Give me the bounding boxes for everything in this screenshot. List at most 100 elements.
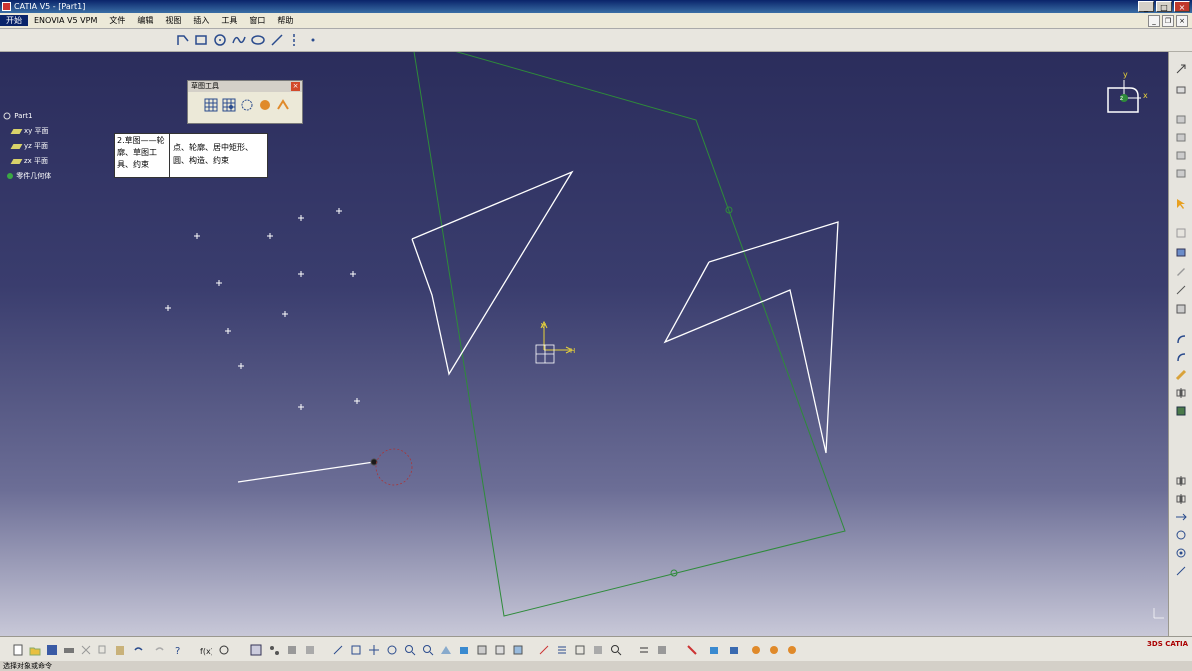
- maximize-button[interactable]: □: [1156, 1, 1172, 12]
- save-icon[interactable]: [44, 642, 59, 657]
- copy-icon[interactable]: [95, 642, 110, 657]
- tree-node-yz-plane[interactable]: yz 平面: [10, 141, 48, 151]
- mdi-minimize-button[interactable]: _: [1148, 15, 1160, 27]
- sketch-line: [237, 461, 375, 483]
- undo-icon[interactable]: [130, 642, 145, 657]
- dimension-icon[interactable]: [1173, 283, 1189, 297]
- menu-insert[interactable]: 插入: [187, 15, 215, 26]
- hide-show-icon[interactable]: [492, 642, 507, 657]
- mdi-close-button[interactable]: ×: [1176, 15, 1188, 27]
- menu-window[interactable]: 窗口: [243, 15, 271, 26]
- tree-node-zx-plane[interactable]: zx 平面: [10, 156, 48, 166]
- rectangle-icon[interactable]: [193, 32, 209, 48]
- groove-icon[interactable]: [1173, 166, 1189, 180]
- cut-icon[interactable]: [78, 642, 93, 657]
- axis-icon[interactable]: [286, 32, 302, 48]
- mdi-restore-button[interactable]: ❐: [1162, 15, 1174, 27]
- sketch-icon[interactable]: [1173, 82, 1189, 96]
- apply-material-icon[interactable]: [684, 642, 699, 657]
- exit-workbench-icon[interactable]: [1173, 62, 1189, 76]
- knowledge-icon[interactable]: [302, 642, 317, 657]
- ellipse-icon[interactable]: [250, 32, 266, 48]
- properties-icon[interactable]: [654, 642, 669, 657]
- close-button[interactable]: ×: [1174, 1, 1190, 12]
- symmetry-icon[interactable]: [1173, 474, 1189, 488]
- shaft-icon[interactable]: [1173, 148, 1189, 162]
- profile-icon[interactable]: [175, 32, 191, 48]
- rotate-icon[interactable]: [1173, 528, 1189, 542]
- grid-icon[interactable]: [203, 97, 218, 112]
- auto-constraint-icon[interactable]: [766, 642, 781, 657]
- iso-view-icon[interactable]: [456, 642, 471, 657]
- chamfer-icon[interactable]: [1173, 350, 1189, 364]
- spline-icon[interactable]: [231, 32, 247, 48]
- menu-enovia[interactable]: ENOVIA V5 VPM: [28, 16, 103, 25]
- fit-all-icon[interactable]: [348, 642, 363, 657]
- zoom-out-icon[interactable]: [420, 642, 435, 657]
- normal-view-icon[interactable]: [438, 642, 453, 657]
- translate-icon[interactable]: [1173, 492, 1189, 506]
- snap-to-point-icon[interactable]: [221, 97, 236, 112]
- menu-help[interactable]: 帮助: [271, 15, 299, 26]
- catalog-icon[interactable]: [284, 642, 299, 657]
- formula-icon[interactable]: f(x): [198, 642, 213, 657]
- new-icon[interactable]: [10, 642, 25, 657]
- table-icon[interactable]: [248, 642, 263, 657]
- shading-icon[interactable]: [474, 642, 489, 657]
- menu-view[interactable]: 视图: [159, 15, 187, 26]
- open-icon[interactable]: [27, 642, 42, 657]
- constraint-icon[interactable]: [1173, 226, 1189, 240]
- pocket-icon[interactable]: [1173, 130, 1189, 144]
- arrow-icon[interactable]: [1173, 510, 1189, 524]
- view-mode-icon[interactable]: [726, 642, 741, 657]
- zoom-in-icon[interactable]: [402, 642, 417, 657]
- offset-icon[interactable]: [1173, 564, 1189, 578]
- tree-node-part[interactable]: Part1: [2, 111, 33, 121]
- tree-node-xy-plane[interactable]: xy 平面: [10, 126, 49, 136]
- menu-start[interactable]: 开始: [0, 15, 28, 26]
- rotate-view-icon[interactable]: [384, 642, 399, 657]
- panel-close-icon[interactable]: ×: [291, 82, 300, 91]
- corner-icon[interactable]: [1173, 332, 1189, 346]
- paste-icon[interactable]: [112, 642, 127, 657]
- tree-node-part-body[interactable]: 零件几何体: [2, 171, 51, 181]
- geometric-constraints-icon[interactable]: [257, 97, 272, 112]
- menu-file[interactable]: 文件: [103, 15, 131, 26]
- point-icon[interactable]: [305, 32, 321, 48]
- menu-tools[interactable]: 工具: [215, 15, 243, 26]
- redo-icon[interactable]: [152, 642, 167, 657]
- project-3d-icon[interactable]: [1173, 404, 1189, 418]
- mini-axis: [1153, 608, 1164, 619]
- line-icon[interactable]: [269, 32, 285, 48]
- select-icon[interactable]: [1173, 197, 1189, 211]
- minimize-button[interactable]: _: [1138, 1, 1154, 12]
- measure-icon[interactable]: [590, 642, 605, 657]
- comment-icon[interactable]: [216, 642, 231, 657]
- trim-icon[interactable]: [1173, 368, 1189, 382]
- sketcher-constraint-icon[interactable]: [748, 642, 763, 657]
- mirror-icon[interactable]: [1173, 386, 1189, 400]
- layer-icon[interactable]: [706, 642, 721, 657]
- pan-icon[interactable]: [366, 642, 381, 657]
- circle-icon[interactable]: [212, 32, 228, 48]
- print-icon[interactable]: [61, 642, 76, 657]
- menu-edit[interactable]: 编辑: [131, 15, 159, 26]
- update-icon[interactable]: [636, 642, 651, 657]
- animate-constraint-icon[interactable]: [784, 642, 799, 657]
- search-icon[interactable]: [608, 642, 623, 657]
- list-icon[interactable]: [554, 642, 569, 657]
- pad-icon[interactable]: [1173, 112, 1189, 126]
- pencil-icon[interactable]: [1173, 264, 1189, 278]
- fly-icon[interactable]: [330, 642, 345, 657]
- grid-view-icon[interactable]: [572, 642, 587, 657]
- box-icon[interactable]: [1173, 245, 1189, 259]
- whats-this-icon[interactable]: ?: [170, 642, 185, 657]
- scale-icon[interactable]: [1173, 546, 1189, 560]
- sketch-analysis-icon[interactable]: [536, 642, 551, 657]
- table-icon[interactable]: [1173, 302, 1189, 316]
- dimensional-constraints-icon[interactable]: [275, 97, 290, 112]
- construction-element-icon[interactable]: [239, 97, 254, 112]
- menu-bar: 开始 ENOVIA V5 VPM 文件 编辑 视图 插入 工具 窗口 帮助 _ …: [0, 13, 1192, 29]
- tree-icon[interactable]: [266, 642, 281, 657]
- swap-visible-icon[interactable]: [510, 642, 525, 657]
